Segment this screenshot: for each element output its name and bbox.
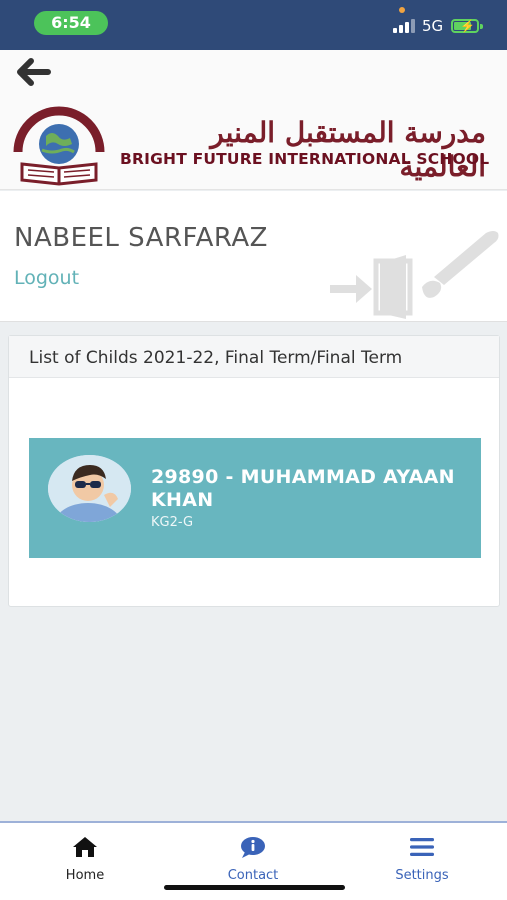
- logout-paintbrush-decoration-icon: [330, 231, 499, 319]
- children-list-card: List of Childs 2021-22, Final Term/Final…: [8, 335, 500, 607]
- home-icon: [73, 837, 97, 857]
- child-list-item[interactable]: 29890 - MUHAMMAD AYAAN KHAN KG2-G: [29, 438, 481, 558]
- school-name-english: BRIGHT FUTURE INTERNATIONAL SCHOOL: [120, 150, 490, 168]
- battery-nub: [480, 24, 483, 29]
- nav-home[interactable]: Home: [25, 835, 145, 883]
- battery-icon: ⚡: [451, 19, 479, 33]
- child-name: 29890 - MUHAMMAD AYAAN KHAN: [151, 466, 455, 511]
- logout-link[interactable]: Logout: [14, 267, 79, 289]
- home-indicator[interactable]: [164, 885, 345, 890]
- back-button[interactable]: [16, 58, 52, 86]
- menu-icon: [410, 838, 434, 856]
- user-section: NABEEL SARFARAZ Logout: [0, 191, 507, 322]
- status-bar: 6:54 5G ⚡: [0, 0, 507, 50]
- status-time: 6:54: [34, 11, 108, 35]
- child-avatar: [48, 455, 131, 522]
- nav-home-label: Home: [65, 868, 105, 883]
- back-arrow-icon: [17, 58, 51, 86]
- info-chat-icon: [241, 837, 265, 858]
- school-logo-emblem: [13, 106, 105, 186]
- camera-indicator-dot: [399, 7, 405, 13]
- child-class: KG2-G: [151, 515, 194, 530]
- card-title: List of Childs 2021-22, Final Term/Final…: [9, 336, 499, 378]
- app-header: مدرسة المستقبل المنير العالمية BRIGHT FU…: [0, 50, 507, 190]
- user-name: NABEEL SARFARAZ: [14, 223, 268, 253]
- nav-contact-label: Contact: [227, 868, 279, 883]
- nav-contact[interactable]: Contact: [193, 835, 313, 883]
- network-type: 5G: [422, 17, 444, 35]
- nav-settings[interactable]: Settings: [362, 835, 482, 883]
- nav-settings-label: Settings: [395, 868, 449, 883]
- cellular-signal-icon: [393, 19, 415, 33]
